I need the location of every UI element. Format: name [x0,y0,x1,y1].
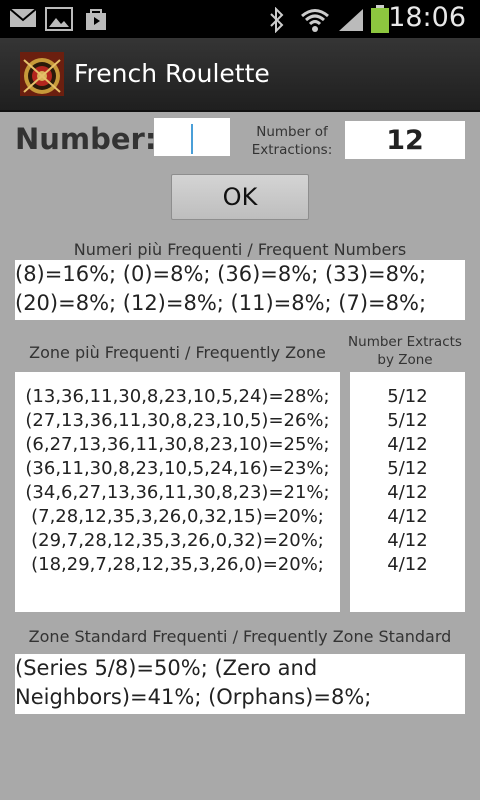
zone-row: (29,7,28,12,35,3,26,0,32)=20%; [31,530,324,551]
zone-extracts-row: 4/12 [387,530,428,551]
bluetooth-icon [268,6,286,37]
store-icon [83,7,109,35]
frequent-zones-title: Zone più Frequenti / Frequently Zone [29,343,326,362]
battery-icon [370,5,390,37]
extractions-label: Number of Extractions: [251,124,333,158]
number-label: Number: [15,122,157,156]
zone-extracts-row: 4/12 [387,434,428,455]
zones-list: (13,36,11,30,8,23,10,5,24)=28%; (27,13,36… [15,372,340,577]
zone-extracts-row: 5/12 [387,386,428,407]
zone-extracts-row: 4/12 [387,506,428,527]
app-title: French Roulette [74,59,270,88]
action-bar: French Roulette [0,38,480,112]
image-icon [45,7,73,35]
zone-extracts-row: 5/12 [387,458,428,479]
extractions-field[interactable]: 12 [345,121,465,159]
zone-row: (27,13,36,11,30,8,23,10,5)=26%; [25,410,330,431]
zone-row: (6,27,13,36,11,30,8,23,10)=25%; [25,434,330,455]
roulette-wheel-icon[interactable] [20,52,64,96]
standard-zones-title: Zone Standard Frequenti / Frequently Zon… [28,627,452,646]
mail-icon [9,7,37,33]
number-input[interactable] [154,118,230,156]
frequent-numbers-title: Numeri più Frequenti / Frequent Numbers [73,240,407,259]
zone-extracts-row: 4/12 [387,482,428,503]
signal-icon [337,7,365,37]
standard-zones-box: (Series 5/8)=50%; (Zero and Neighbors)=4… [15,654,465,714]
zone-extracts-row: 4/12 [387,554,428,575]
zone-row: (13,36,11,30,8,23,10,5,24)=28%; [25,386,330,407]
extracts-by-zone-box: 5/12 5/12 4/12 5/12 4/12 4/12 4/12 4/12 [350,372,465,612]
zone-row: (18,29,7,28,12,35,3,26,0)=20%; [31,554,324,575]
extracts-by-zone-title: Number Extracts by Zone [348,334,462,368]
zone-row: (34,6,27,13,36,11,30,8,23)=21%; [25,482,330,503]
wifi-icon [300,7,330,37]
ok-button[interactable]: OK [171,174,309,220]
zone-row: (7,28,12,35,3,26,0,32,15)=20%; [31,506,324,527]
clock: 18:06 [388,2,466,33]
frequent-zones-box: (13,36,11,30,8,23,10,5,24)=28%; (27,13,36… [15,372,340,612]
text-caret [191,124,193,154]
zone-extracts-row: 5/12 [387,410,428,431]
zone-row: (36,11,30,8,23,10,5,24,16)=23%; [25,458,330,479]
frequent-numbers-box: (8)=16%; (0)=8%; (36)=8%; (33)=8%; (20)=… [15,260,465,320]
status-bar: 18:06 [0,0,480,38]
extracts-list: 5/12 5/12 4/12 5/12 4/12 4/12 4/12 4/12 [350,372,465,577]
